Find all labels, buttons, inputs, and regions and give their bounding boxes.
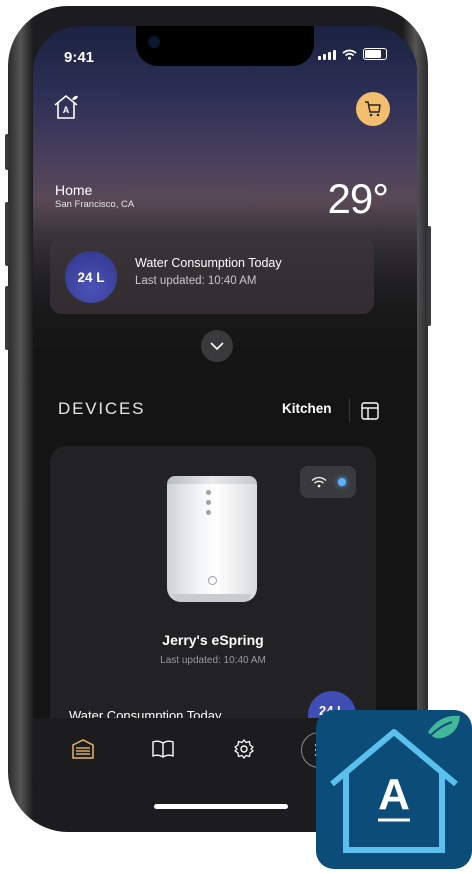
status-time: 9:41 [64, 49, 95, 66]
home-indicator [154, 804, 288, 809]
chevron-down-icon [210, 341, 224, 350]
location-title: Home [55, 182, 93, 198]
wifi-status-chip [300, 466, 356, 498]
camera [148, 36, 160, 48]
device-name: Jerry's eSpring [162, 632, 264, 648]
svg-text:A: A [63, 105, 70, 115]
home-app-icon[interactable]: A [53, 94, 79, 120]
tab-settings[interactable] [231, 736, 257, 762]
divider [349, 398, 350, 422]
settings-icon [234, 739, 254, 759]
cart-button[interactable] [356, 92, 390, 126]
layout-icon[interactable] [361, 402, 379, 420]
wifi-icon [311, 476, 327, 488]
devices-heading: DEVICES [58, 399, 146, 418]
tab-guides[interactable] [150, 736, 176, 762]
expand-button[interactable] [201, 330, 233, 362]
status-icons [318, 48, 387, 60]
devices-icon [72, 739, 94, 759]
room-selector[interactable]: Kitchen [282, 401, 332, 416]
water-amount-badge: 24 L [65, 251, 117, 303]
water-consumption-card[interactable]: 24 L Water Consumption Today Last update… [50, 236, 374, 314]
tab-devices[interactable] [70, 736, 96, 762]
mute-switch [5, 134, 9, 170]
phone-frame: 9:41 A Home San Francisco, CA 29° 24 L W… [5, 6, 431, 832]
device-card[interactable]: Jerry's eSpring Last updated: 10:40 AM W… [50, 446, 376, 746]
signal-icon [318, 50, 336, 60]
volume-down-button [5, 286, 9, 350]
book-icon [152, 740, 174, 758]
power-button [427, 226, 431, 326]
connection-indicator [338, 478, 346, 486]
app-logo-badge: A [316, 710, 472, 869]
battery-icon [363, 48, 387, 60]
location-city: San Francisco, CA [55, 199, 135, 210]
water-card-updated: Last updated: 10:40 AM [135, 275, 257, 287]
volume-up-button [5, 202, 9, 266]
logo-letter: A [378, 770, 410, 819]
temperature: 29° [327, 175, 389, 222]
app-screen: 9:41 A Home San Francisco, CA 29° 24 L W… [33, 26, 417, 820]
cart-icon [365, 101, 381, 117]
water-purifier-image [167, 476, 257, 602]
wifi-status-icon [342, 49, 357, 60]
device-updated: Last updated: 10:40 AM [160, 655, 266, 666]
water-card-title: Water Consumption Today [135, 256, 282, 270]
notch [136, 26, 314, 66]
